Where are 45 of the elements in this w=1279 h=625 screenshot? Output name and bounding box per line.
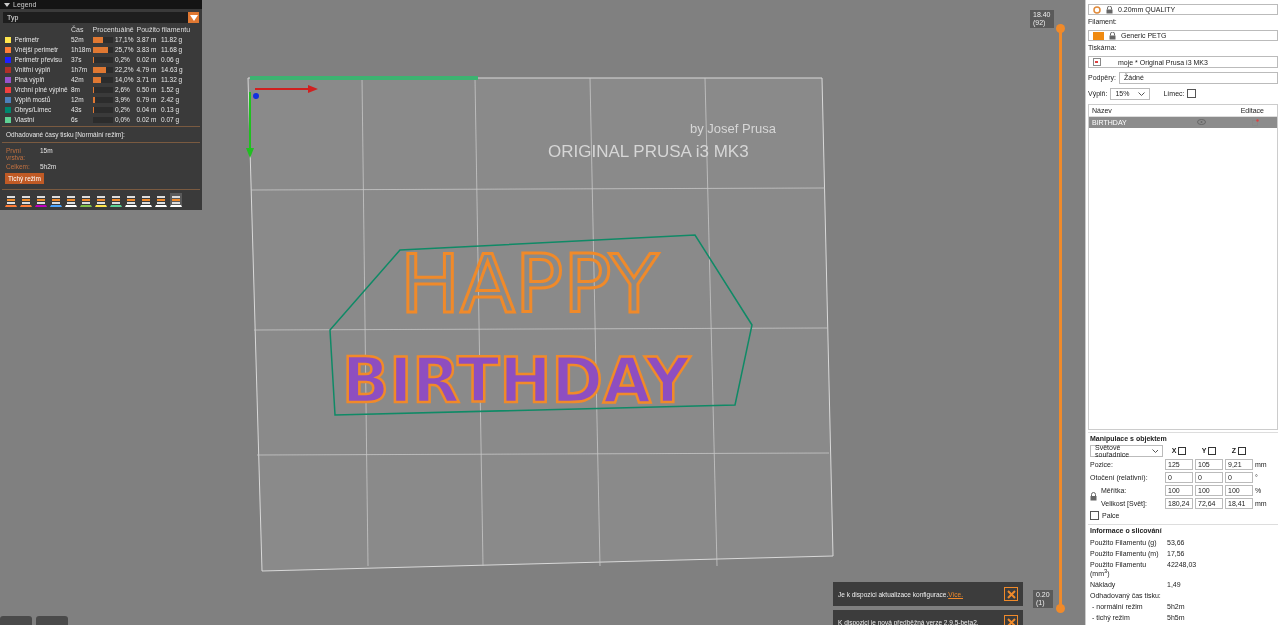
close-button[interactable] xyxy=(1004,615,1018,625)
toolbar-button[interactable] xyxy=(20,193,32,207)
layers-icon xyxy=(141,194,151,205)
layers-icon xyxy=(96,194,106,205)
layers-icon xyxy=(171,194,181,205)
layers-icon xyxy=(126,194,136,205)
close-icon xyxy=(1006,617,1016,625)
eye-icon xyxy=(1197,119,1206,126)
close-icon xyxy=(1006,589,1016,599)
layers-icon xyxy=(51,194,61,205)
toolbar-button[interactable] xyxy=(50,193,62,207)
chevron-icon xyxy=(1138,91,1146,96)
view-toggle-drawing xyxy=(0,616,68,625)
axis-button[interactable] xyxy=(1178,446,1187,455)
axis-button[interactable] xyxy=(1208,446,1217,455)
layers-icon xyxy=(6,194,16,205)
slider-handle[interactable] xyxy=(1056,604,1065,613)
layers-icon xyxy=(36,194,46,205)
caret-icon xyxy=(189,14,198,21)
close-button[interactable] xyxy=(1004,587,1018,601)
model-text: BIRTHDAY xyxy=(342,344,690,417)
inches-checkbox[interactable] xyxy=(1090,510,1099,520)
collapse-icon xyxy=(4,2,10,7)
axis-button[interactable] xyxy=(1238,446,1247,455)
bed-logo-text: ORIGINAL PRUSA i3 MK3 xyxy=(548,142,749,161)
toolbar-button[interactable] xyxy=(5,193,17,207)
model-text: HAPPY xyxy=(400,238,659,331)
bed-logo-text: by Josef Prusa xyxy=(690,121,776,136)
toolbar-button[interactable] xyxy=(80,193,92,207)
brim-checkbox[interactable] xyxy=(1187,89,1197,99)
lock-icon xyxy=(1090,492,1097,502)
gear-icon xyxy=(1093,5,1101,14)
layers-icon xyxy=(21,194,31,205)
filament-color-swatch xyxy=(1093,31,1104,40)
printer-icon xyxy=(1093,58,1101,66)
layers-icon xyxy=(156,194,166,205)
lock-icon xyxy=(1106,5,1113,14)
layers-icon xyxy=(66,194,76,205)
chevron-icon xyxy=(1152,448,1158,453)
lock-icon xyxy=(1109,31,1116,40)
slider-handle[interactable] xyxy=(1056,24,1065,33)
layers-icon xyxy=(81,194,91,205)
toolbar-button[interactable] xyxy=(35,193,47,207)
toolbar-button[interactable] xyxy=(110,193,122,207)
layers-icon xyxy=(111,194,121,205)
